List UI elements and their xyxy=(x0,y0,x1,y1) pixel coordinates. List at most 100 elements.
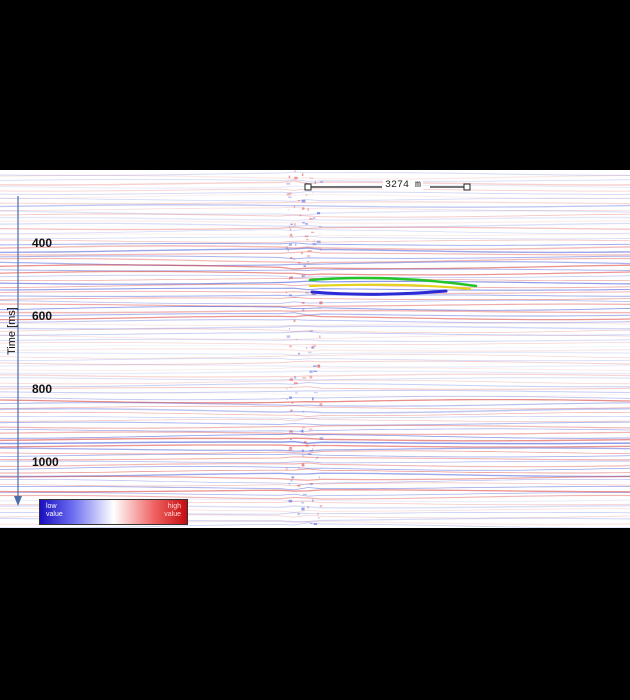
fault-noise xyxy=(318,476,320,479)
fault-zone xyxy=(285,170,324,525)
fault-noise xyxy=(298,261,301,264)
reflector-negative xyxy=(0,268,630,272)
fault-noise xyxy=(288,196,292,198)
reflector-positive xyxy=(0,201,630,205)
fault-noise xyxy=(286,193,291,196)
fault-noise xyxy=(297,512,300,516)
fault-noise xyxy=(289,396,292,399)
colorbar-low-label: low value xyxy=(46,503,63,518)
fault-noise xyxy=(290,386,292,389)
reflector-negative xyxy=(0,287,630,291)
reflector-negative xyxy=(0,440,630,445)
reflector-positive xyxy=(0,437,630,442)
fault-noise xyxy=(303,265,306,267)
reflector-positive xyxy=(0,489,630,493)
fault-noise xyxy=(305,223,308,225)
fault-noise xyxy=(312,397,314,401)
fault-noise xyxy=(314,181,316,185)
reflector-positive xyxy=(0,456,630,461)
fault-noise xyxy=(305,347,308,349)
reflector-negative xyxy=(0,377,630,381)
fault-noise xyxy=(312,344,317,347)
fault-noise xyxy=(290,479,293,482)
reflector-negative xyxy=(0,447,630,452)
fault-noise xyxy=(287,209,290,211)
reflector-negative xyxy=(0,402,630,407)
reflector-negative xyxy=(0,184,630,189)
fault-noise xyxy=(319,505,323,508)
fault-noise xyxy=(287,249,289,252)
fault-noise xyxy=(302,309,305,312)
reflector-positive xyxy=(0,239,630,243)
reflector-positive xyxy=(0,360,630,365)
fault-noise xyxy=(288,499,293,503)
reflector-negative xyxy=(0,358,630,362)
fault-noise xyxy=(289,328,290,330)
reflector-positive xyxy=(0,431,630,436)
reflector-layer xyxy=(0,171,630,528)
fault-noise xyxy=(289,345,292,348)
fault-noise xyxy=(289,439,292,441)
fault-noise xyxy=(313,239,315,242)
tick-label-400: 400 xyxy=(32,236,53,250)
fault-noise xyxy=(293,205,296,209)
reflector-negative xyxy=(0,197,630,202)
fault-noise xyxy=(319,301,323,305)
reflector-positive xyxy=(0,342,630,346)
reflector-negative xyxy=(0,299,630,305)
fault-noise xyxy=(290,409,293,412)
fault-noise xyxy=(297,200,301,202)
reflector-negative xyxy=(0,381,630,388)
interpreted-horizon[interactable] xyxy=(310,289,448,296)
fault-noise xyxy=(315,458,317,460)
fault-noise xyxy=(312,448,314,451)
fault-noise xyxy=(317,364,321,368)
fault-noise xyxy=(288,226,291,228)
fault-noise xyxy=(297,485,301,487)
reflector-positive xyxy=(0,303,630,307)
fault-noise xyxy=(312,242,317,246)
fault-noise xyxy=(308,351,312,354)
fault-noise xyxy=(301,429,304,433)
fault-noise xyxy=(301,173,304,176)
reflector-positive xyxy=(0,233,630,237)
reflector-negative xyxy=(0,294,630,297)
fault-noise xyxy=(285,467,288,471)
fault-noise xyxy=(309,375,313,379)
fault-noise xyxy=(288,175,291,179)
fault-noise xyxy=(302,221,305,224)
fault-noise xyxy=(297,467,301,469)
fault-noise xyxy=(294,176,298,180)
fault-noise xyxy=(307,506,309,509)
fault-noise xyxy=(306,261,310,263)
reflector-negative xyxy=(0,428,630,432)
fault-noise xyxy=(319,437,324,440)
fault-noise xyxy=(313,365,317,367)
scale-bar-label: 3274 m xyxy=(383,180,424,191)
fault-noise xyxy=(288,294,292,296)
fault-noise xyxy=(289,430,293,433)
fault-noise xyxy=(317,512,319,516)
seismic-viewer: Time [ms] 400 600 800 1000 3274 m low va… xyxy=(0,0,630,700)
reflector-negative xyxy=(0,351,630,356)
fault-noise xyxy=(311,231,315,233)
reflector-negative xyxy=(0,486,630,491)
seismic-section[interactable] xyxy=(0,170,630,528)
fault-noise xyxy=(286,398,288,401)
reflector-positive xyxy=(0,424,630,429)
fault-noise xyxy=(313,217,316,220)
fault-noise xyxy=(302,275,304,278)
fault-noise xyxy=(288,448,293,451)
fault-noise xyxy=(319,403,323,406)
reflector-positive xyxy=(0,373,630,378)
reflector-negative xyxy=(0,306,630,311)
fault-noise xyxy=(319,180,324,183)
fault-noise xyxy=(302,207,305,210)
reflector-positive xyxy=(0,444,630,448)
fault-noise xyxy=(294,170,296,172)
reflector-positive xyxy=(0,392,630,397)
reflector-negative xyxy=(0,235,630,240)
fault-noise xyxy=(285,246,288,249)
fault-noise xyxy=(295,243,297,246)
fault-noise xyxy=(312,499,314,502)
